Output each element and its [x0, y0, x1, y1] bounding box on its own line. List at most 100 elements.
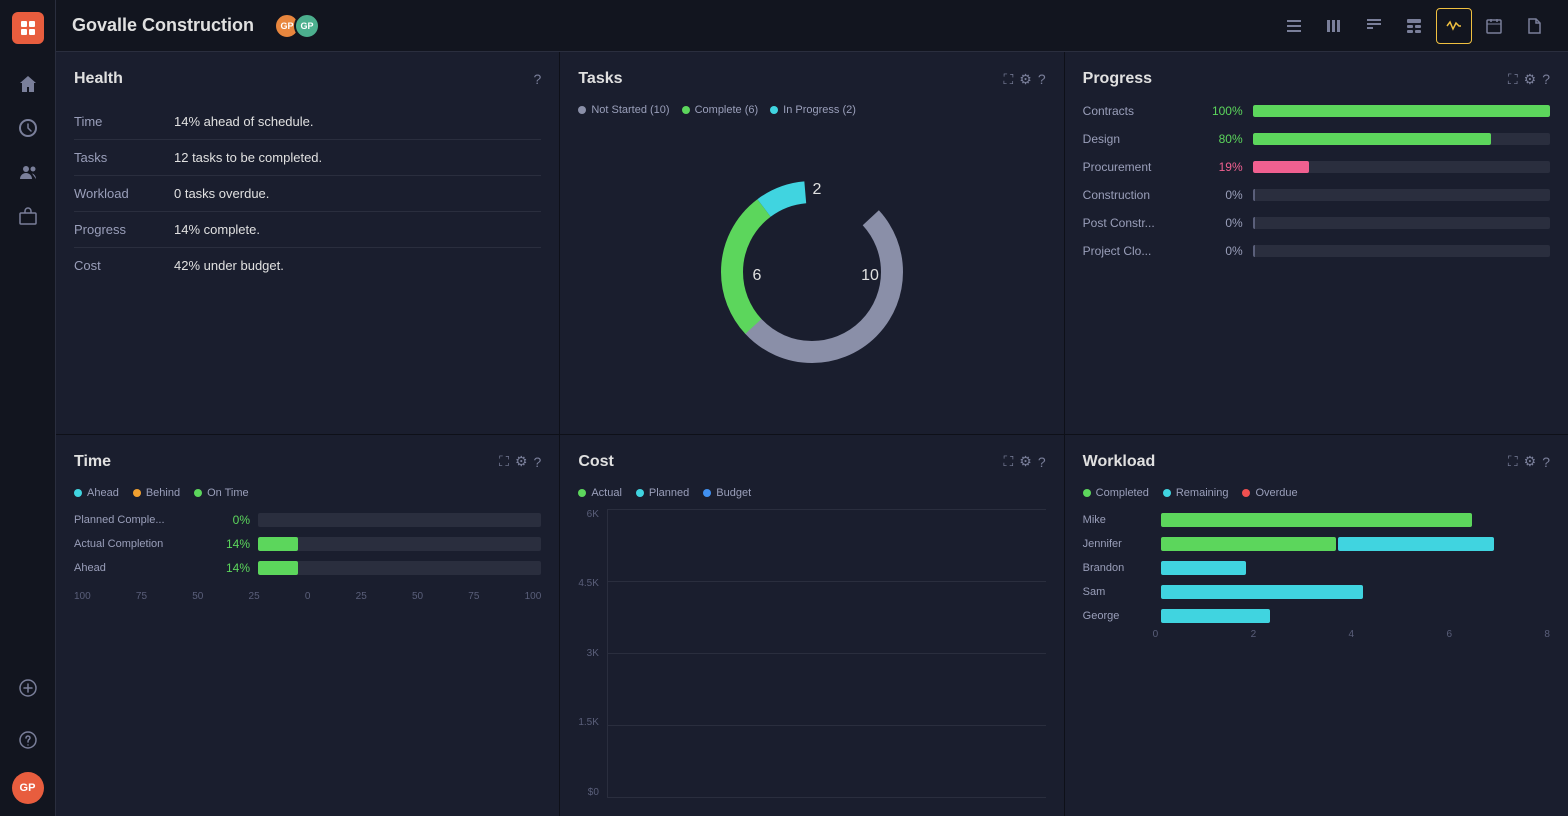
cost-help-icon[interactable]: ?: [1038, 454, 1046, 470]
progress-bar-construction: [1253, 189, 1550, 201]
progress-name-construction: Construction: [1083, 188, 1193, 202]
dashboard: Health ? Time 14% ahead of schedule. Tas…: [56, 52, 1568, 816]
progress-bar-closure: [1253, 245, 1550, 257]
legend-in-progress: In Progress (2): [770, 104, 856, 116]
workload-expand-icon[interactable]: ⛶: [1508, 453, 1518, 470]
wl-row-sam: Sam: [1083, 585, 1550, 599]
wl-name-jennifer: Jennifer: [1083, 538, 1153, 550]
time-header: Time ⛶ ⚙ ?: [74, 453, 541, 471]
health-table: Time 14% ahead of schedule. Tasks 12 tas…: [74, 104, 541, 283]
wl-bar-george: [1161, 609, 1550, 623]
complete-label: Complete (6): [695, 104, 759, 116]
tool-pulse[interactable]: [1436, 8, 1472, 44]
cost-actions: ⛶ ⚙ ?: [1003, 453, 1045, 470]
sidebar-item-help[interactable]: [8, 720, 48, 760]
app-logo[interactable]: [12, 12, 44, 44]
sidebar-item-add[interactable]: [8, 668, 48, 708]
wl-name-brandon: Brandon: [1083, 562, 1153, 574]
workload-legend: Completed Remaining Overdue: [1083, 487, 1550, 499]
axis-0: 0: [305, 591, 311, 602]
progress-pct-design: 80%: [1203, 132, 1243, 146]
workload-settings-icon[interactable]: ⚙: [1524, 453, 1537, 470]
tasks-help-icon[interactable]: ?: [1038, 71, 1046, 87]
sidebar: GP: [0, 0, 56, 816]
wl-name-george: George: [1083, 610, 1153, 622]
sidebar-item-home[interactable]: [8, 64, 48, 104]
time-row-ahead: Ahead 14%: [74, 561, 541, 575]
time-settings-icon[interactable]: ⚙: [515, 453, 528, 470]
wl-bar-jennifer: [1161, 537, 1550, 551]
progress-help-icon[interactable]: ?: [1542, 71, 1550, 87]
health-label-workload: Workload: [74, 186, 174, 201]
tool-board[interactable]: [1356, 8, 1392, 44]
axis-50l: 50: [192, 591, 203, 602]
axis-100l: 100: [74, 591, 91, 602]
legend-behind: Behind: [133, 487, 180, 499]
tool-files[interactable]: [1516, 8, 1552, 44]
legend-complete: Complete (6): [682, 104, 759, 116]
progress-row-closure: Project Clo... 0%: [1083, 244, 1550, 258]
workload-help-icon[interactable]: ?: [1542, 454, 1550, 470]
completed-dot: [1083, 489, 1091, 497]
sidebar-item-people[interactable]: [8, 152, 48, 192]
progress-actions: ⛶ ⚙ ?: [1508, 71, 1550, 88]
tasks-panel: Tasks ⛶ ⚙ ? Not Started (10) Complete (6…: [560, 52, 1063, 434]
tool-gantt[interactable]: [1316, 8, 1352, 44]
health-panel: Health ? Time 14% ahead of schedule. Tas…: [56, 52, 559, 434]
actual-dot: [578, 489, 586, 497]
behind-dot: [133, 489, 141, 497]
time-panel: Time ⛶ ⚙ ? Ahead Behind On Tim: [56, 435, 559, 816]
progress-bar-procurement: [1253, 161, 1550, 173]
health-label-progress: Progress: [74, 222, 174, 237]
progress-bar-design: [1253, 133, 1550, 145]
progress-pct-procurement: 19%: [1203, 160, 1243, 174]
toolbar: [1276, 8, 1552, 44]
avatar-2[interactable]: GP: [294, 13, 320, 39]
sidebar-item-portfolio[interactable]: [8, 196, 48, 236]
ahead-dot: [74, 489, 82, 497]
y-label-1k5: 1.5K: [578, 717, 599, 728]
time-help-icon[interactable]: ?: [534, 454, 542, 470]
cost-settings-icon[interactable]: ⚙: [1019, 453, 1032, 470]
time-expand-icon[interactable]: ⛶: [499, 453, 509, 470]
wl-axis-4: 4: [1349, 629, 1355, 640]
health-help-icon[interactable]: ?: [534, 71, 542, 87]
progress-expand-icon[interactable]: ⛶: [1508, 71, 1518, 88]
legend-ahead: Ahead: [74, 487, 119, 499]
sidebar-item-recent[interactable]: [8, 108, 48, 148]
wl-row-george: George: [1083, 609, 1550, 623]
tasks-settings-icon[interactable]: ⚙: [1019, 71, 1032, 88]
progress-settings-icon[interactable]: ⚙: [1524, 71, 1537, 88]
progress-row-design: Design 80%: [1083, 132, 1550, 146]
health-value-progress: 14% complete.: [174, 222, 260, 237]
progress-name-procurement: Procurement: [1083, 160, 1193, 174]
user-avatar[interactable]: GP: [12, 772, 44, 804]
wl-bar-sam: [1161, 585, 1550, 599]
legend-not-started: Not Started (10): [578, 104, 669, 116]
axis-75l: 75: [136, 591, 147, 602]
not-started-dot: [578, 106, 586, 114]
wl-bar-mike: [1161, 513, 1550, 527]
wl-row-brandon: Brandon: [1083, 561, 1550, 575]
tasks-expand-icon[interactable]: ⛶: [1003, 71, 1013, 88]
not-started-label: Not Started (10): [591, 104, 669, 116]
cost-expand-icon[interactable]: ⛶: [1003, 453, 1013, 470]
time-x-axis: 100 75 50 25 0 25 50 75 100: [74, 591, 541, 602]
health-value-cost: 42% under budget.: [174, 258, 284, 273]
legend-budget: Budget: [703, 487, 751, 499]
time-title: Time: [74, 453, 111, 471]
project-title: Govalle Construction: [72, 15, 254, 36]
cost-header: Cost ⛶ ⚙ ?: [578, 453, 1045, 471]
tool-table[interactable]: [1396, 8, 1432, 44]
overdue-label: Overdue: [1255, 487, 1297, 499]
cost-title: Cost: [578, 453, 614, 471]
workload-actions: ⛶ ⚙ ?: [1508, 453, 1550, 470]
header: Govalle Construction GP GP: [56, 0, 1568, 52]
legend-completed: Completed: [1083, 487, 1149, 499]
planned-dot: [636, 489, 644, 497]
tool-list[interactable]: [1276, 8, 1312, 44]
tasks-legend: Not Started (10) Complete (6) In Progres…: [578, 104, 1045, 116]
tool-calendar[interactable]: [1476, 8, 1512, 44]
legend-remaining: Remaining: [1163, 487, 1229, 499]
y-label-0: $0: [578, 787, 599, 798]
